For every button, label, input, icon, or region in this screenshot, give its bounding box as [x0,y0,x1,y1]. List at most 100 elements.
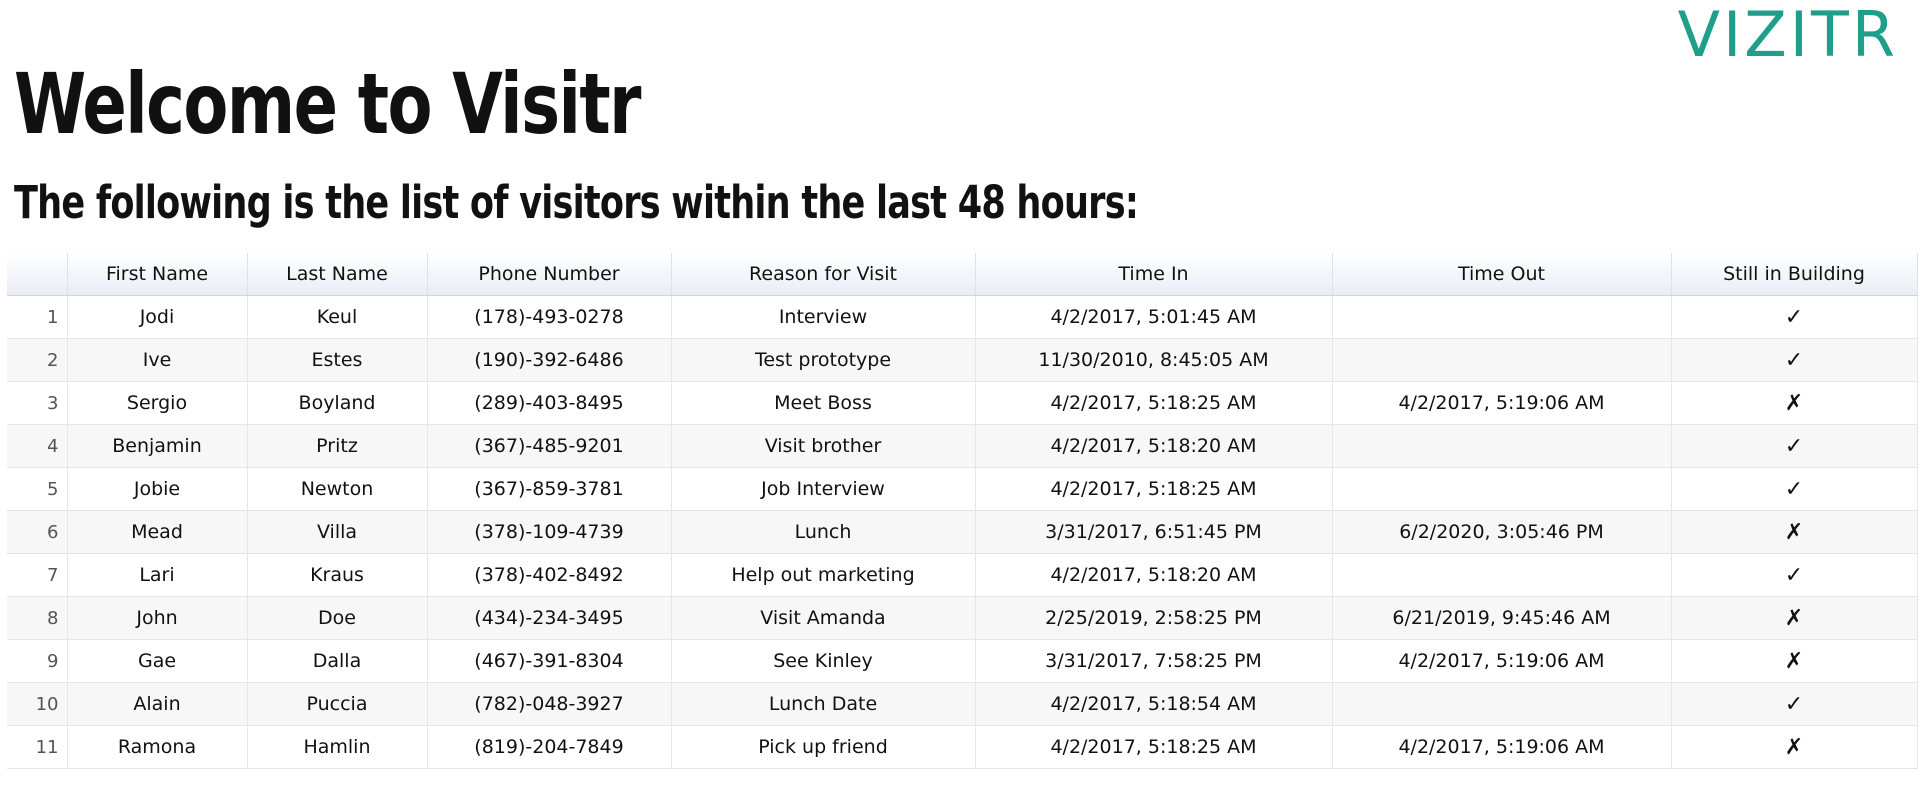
first-name-cell[interactable]: John [67,596,248,640]
first-name-cell[interactable]: Ramona [67,725,248,769]
table-row[interactable]: 1 Jodi Keul (178)-493-0278 Interview 4/2/2017… [7,295,1918,339]
phone-number-cell[interactable]: (367)-485-9201 [427,424,672,468]
last-name-cell[interactable]: Newton [247,467,428,511]
time-out-cell[interactable] [1332,424,1672,468]
time-out-cell[interactable] [1332,553,1672,597]
time-in-cell[interactable]: 4/2/2017, 5:01:45 AM [975,295,1333,339]
reason-cell[interactable]: Visit brother [671,424,976,468]
table-row[interactable]: 9 Gae Dalla (467)-391-8304 See Kinley 3/31/20… [7,639,1918,683]
reason-cell[interactable]: Lunch Date [671,682,976,726]
table-row[interactable]: 4 Benjamin Pritz (367)-485-9201 Visit brothe… [7,424,1918,468]
row-number-cell[interactable]: 8 [7,596,68,640]
first-name-cell[interactable]: Sergio [67,381,248,425]
time-in-cell[interactable]: 4/2/2017, 5:18:25 AM [975,381,1333,425]
reason-cell[interactable]: Visit Amanda [671,596,976,640]
first-name-cell[interactable]: Alain [67,682,248,726]
phone-number-cell[interactable]: (378)-109-4739 [427,510,672,554]
reason-cell[interactable]: Lunch [671,510,976,554]
last-name-cell[interactable]: Puccia [247,682,428,726]
row-number-cell[interactable]: 4 [7,424,68,468]
phone-number-cell[interactable]: (190)-392-6486 [427,338,672,382]
reason-cell[interactable]: Pick up friend [671,725,976,769]
still-in-building-icon[interactable]: ✗ [1671,596,1918,640]
row-number-cell[interactable]: 7 [7,553,68,597]
last-name-cell[interactable]: Boyland [247,381,428,425]
first-name-cell[interactable]: Jobie [67,467,248,511]
table-row[interactable]: 11 Ramona Hamlin (819)-204-7849 Pick up frie… [7,725,1918,769]
last-name-cell[interactable]: Hamlin [247,725,428,769]
phone-number-cell[interactable]: (782)-048-3927 [427,682,672,726]
reason-cell[interactable]: Help out marketing [671,553,976,597]
time-in-cell[interactable]: 3/31/2017, 7:58:25 PM [975,639,1333,683]
first-name-cell[interactable]: Gae [67,639,248,683]
time-in-cell[interactable]: 11/30/2010, 8:45:05 AM [975,338,1333,382]
header-phone-number[interactable]: Phone Number [427,253,672,296]
table-row[interactable]: 8 John Doe (434)-234-3495 Visit Amanda 2/25/2… [7,596,1918,640]
reason-cell[interactable]: Job Interview [671,467,976,511]
still-in-building-icon[interactable]: ✓ [1671,338,1918,382]
time-in-cell[interactable]: 3/31/2017, 6:51:45 PM [975,510,1333,554]
time-in-cell[interactable]: 4/2/2017, 5:18:25 AM [975,467,1333,511]
table-row[interactable]: 6 Mead Villa (378)-109-4739 Lunch 3/31/2017, … [7,510,1918,554]
phone-number-cell[interactable]: (378)-402-8492 [427,553,672,597]
still-in-building-icon[interactable]: ✗ [1671,381,1918,425]
time-in-cell[interactable]: 2/25/2019, 2:58:25 PM [975,596,1333,640]
reason-cell[interactable]: Meet Boss [671,381,976,425]
row-number-cell[interactable]: 6 [7,510,68,554]
table-row[interactable]: 3 Sergio Boyland (289)-403-8495 Meet Boss 4/2… [7,381,1918,425]
row-number-cell[interactable]: 5 [7,467,68,511]
time-in-cell[interactable]: 4/2/2017, 5:18:20 AM [975,424,1333,468]
row-number-cell[interactable]: 1 [7,295,68,339]
reason-cell[interactable]: See Kinley [671,639,976,683]
first-name-cell[interactable]: Jodi [67,295,248,339]
phone-number-cell[interactable]: (367)-859-3781 [427,467,672,511]
still-in-building-icon[interactable]: ✓ [1671,467,1918,511]
still-in-building-icon[interactable]: ✓ [1671,424,1918,468]
time-out-cell[interactable] [1332,467,1672,511]
phone-number-cell[interactable]: (178)-493-0278 [427,295,672,339]
row-number-cell[interactable]: 9 [7,639,68,683]
first-name-cell[interactable]: Ive [67,338,248,382]
phone-number-cell[interactable]: (289)-403-8495 [427,381,672,425]
still-in-building-icon[interactable]: ✓ [1671,553,1918,597]
header-time-in[interactable]: Time In [975,253,1333,296]
still-in-building-icon[interactable]: ✗ [1671,510,1918,554]
time-in-cell[interactable]: 4/2/2017, 5:18:25 AM [975,725,1333,769]
last-name-cell[interactable]: Dalla [247,639,428,683]
row-number-cell[interactable]: 10 [7,682,68,726]
row-number-cell[interactable]: 3 [7,381,68,425]
still-in-building-icon[interactable]: ✓ [1671,682,1918,726]
header-reason-for-visit[interactable]: Reason for Visit [671,253,976,296]
time-out-cell[interactable] [1332,682,1672,726]
time-out-cell[interactable] [1332,338,1672,382]
phone-number-cell[interactable]: (467)-391-8304 [427,639,672,683]
time-out-cell[interactable]: 6/21/2019, 9:45:46 AM [1332,596,1672,640]
phone-number-cell[interactable]: (819)-204-7849 [427,725,672,769]
reason-cell[interactable]: Test prototype [671,338,976,382]
phone-number-cell[interactable]: (434)-234-3495 [427,596,672,640]
time-out-cell[interactable]: 6/2/2020, 3:05:46 PM [1332,510,1672,554]
last-name-cell[interactable]: Doe [247,596,428,640]
table-row[interactable]: 7 Lari Kraus (378)-402-8492 Help out marketi… [7,553,1918,597]
header-time-out[interactable]: Time Out [1332,253,1672,296]
still-in-building-icon[interactable]: ✓ [1671,295,1918,339]
last-name-cell[interactable]: Pritz [247,424,428,468]
header-last-name[interactable]: Last Name [247,253,428,296]
still-in-building-icon[interactable]: ✗ [1671,725,1918,769]
first-name-cell[interactable]: Benjamin [67,424,248,468]
last-name-cell[interactable]: Estes [247,338,428,382]
table-row[interactable]: 10 Alain Puccia (782)-048-3927 Lunch Date 4/2… [7,682,1918,726]
last-name-cell[interactable]: Kraus [247,553,428,597]
time-in-cell[interactable]: 4/2/2017, 5:18:54 AM [975,682,1333,726]
last-name-cell[interactable]: Keul [247,295,428,339]
first-name-cell[interactable]: Mead [67,510,248,554]
still-in-building-icon[interactable]: ✗ [1671,639,1918,683]
time-out-cell[interactable] [1332,295,1672,339]
table-row[interactable]: 2 Ive Estes (190)-392-6486 Test prototype 11/… [7,338,1918,382]
time-out-cell[interactable]: 4/2/2017, 5:19:06 AM [1332,381,1672,425]
table-row[interactable]: 5 Jobie Newton (367)-859-3781 Job Interview 4… [7,467,1918,511]
time-out-cell[interactable]: 4/2/2017, 5:19:06 AM [1332,639,1672,683]
header-first-name[interactable]: First Name [67,253,248,296]
time-in-cell[interactable]: 4/2/2017, 5:18:20 AM [975,553,1333,597]
last-name-cell[interactable]: Villa [247,510,428,554]
